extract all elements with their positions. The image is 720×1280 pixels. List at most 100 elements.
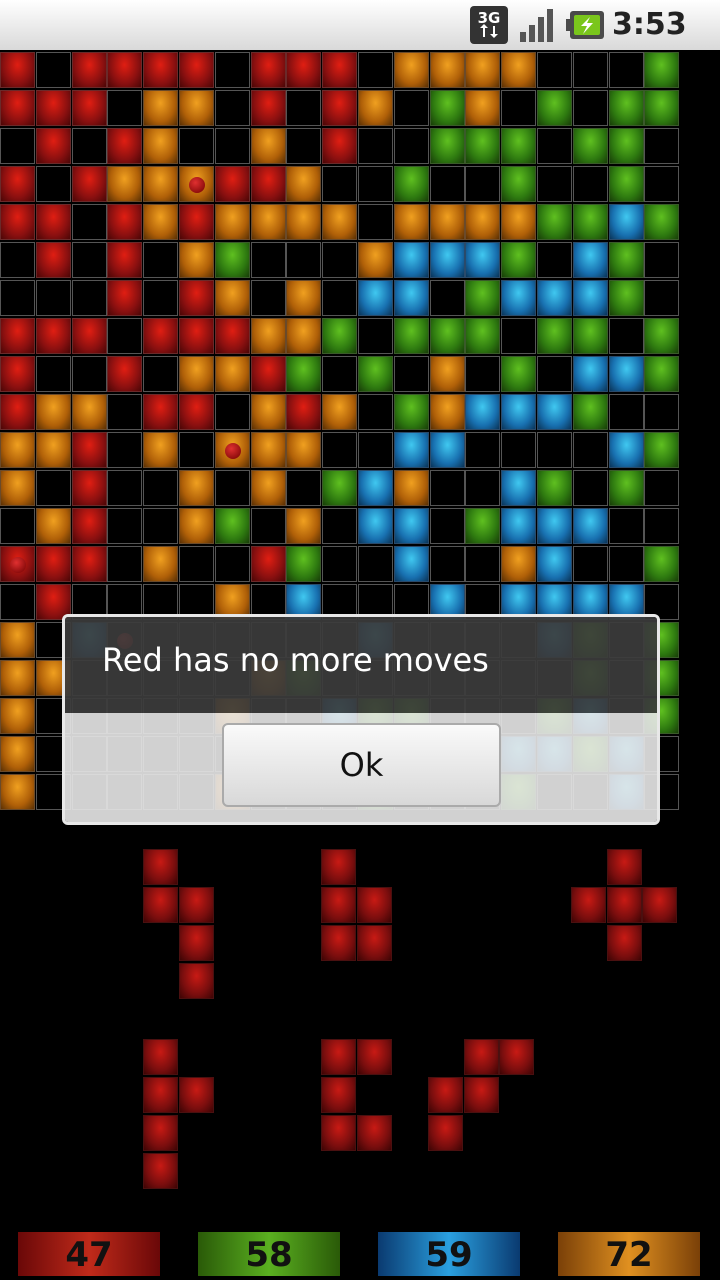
board-cell[interactable]: [393, 166, 429, 202]
board-cell-empty[interactable]: [429, 546, 465, 582]
board-cell[interactable]: [501, 508, 537, 544]
board-cell[interactable]: [179, 356, 214, 392]
board-cell-empty[interactable]: [107, 470, 143, 506]
board-cell[interactable]: [501, 128, 537, 164]
board-cell[interactable]: [286, 394, 322, 430]
board-cell-empty[interactable]: [71, 280, 107, 316]
piece-block[interactable]: [356, 1115, 392, 1151]
board-cell-empty[interactable]: [572, 432, 608, 468]
board-cell[interactable]: [644, 204, 680, 240]
board-cell[interactable]: [71, 394, 107, 430]
board-cell[interactable]: [250, 470, 286, 506]
board-cell-empty[interactable]: [358, 394, 393, 430]
piece-block[interactable]: [356, 1039, 392, 1075]
board-cell[interactable]: [572, 280, 608, 316]
board-cell-empty[interactable]: [358, 432, 393, 468]
board-cell[interactable]: [465, 90, 501, 126]
board-cell[interactable]: [429, 128, 465, 164]
board-cell-empty[interactable]: [322, 356, 358, 392]
board-cell[interactable]: [572, 394, 608, 430]
piece-block[interactable]: [321, 925, 356, 961]
board-cell[interactable]: [286, 318, 322, 354]
board-cell[interactable]: [250, 166, 286, 202]
board-cell-empty[interactable]: [143, 242, 179, 278]
board-cell-empty[interactable]: [35, 356, 71, 392]
board-cell[interactable]: [322, 318, 358, 354]
piece-block[interactable]: [428, 1115, 463, 1151]
board-cell-empty[interactable]: [0, 242, 35, 278]
board-cell[interactable]: [179, 280, 214, 316]
board-cell-empty[interactable]: [644, 166, 680, 202]
board-cell[interactable]: [143, 90, 179, 126]
board-cell[interactable]: [143, 432, 179, 468]
ok-button[interactable]: Ok: [222, 723, 501, 807]
board-cell[interactable]: [429, 356, 465, 392]
board-cell[interactable]: [35, 508, 71, 544]
board-cell-empty[interactable]: [35, 166, 71, 202]
board-cell[interactable]: [644, 318, 680, 354]
board-cell-empty[interactable]: [429, 280, 465, 316]
board-cell[interactable]: [179, 90, 214, 126]
piece-block[interactable]: [178, 1077, 214, 1113]
board-cell-empty[interactable]: [286, 242, 322, 278]
board-cell-empty[interactable]: [608, 318, 644, 354]
board-cell[interactable]: [429, 204, 465, 240]
board-cell[interactable]: [214, 356, 250, 392]
board-cell[interactable]: [501, 204, 537, 240]
board-cell-empty[interactable]: [358, 204, 393, 240]
board-cell[interactable]: [286, 432, 322, 468]
piece-block[interactable]: [463, 1039, 499, 1075]
board-cell-empty[interactable]: [393, 356, 429, 392]
board-cell-empty[interactable]: [286, 470, 322, 506]
board-cell[interactable]: [35, 90, 71, 126]
board-cell[interactable]: [644, 356, 680, 392]
board-cell-empty[interactable]: [107, 394, 143, 430]
piece-block[interactable]: [143, 1115, 178, 1151]
board-cell[interactable]: [358, 356, 393, 392]
board-cell-empty[interactable]: [250, 242, 286, 278]
board-cell-empty[interactable]: [179, 546, 214, 582]
board-cell[interactable]: [393, 318, 429, 354]
board-cell[interactable]: [179, 52, 214, 88]
board-cell[interactable]: [501, 356, 537, 392]
board-cell[interactable]: [465, 242, 501, 278]
board-cell[interactable]: [143, 52, 179, 88]
board-cell[interactable]: [608, 90, 644, 126]
board-cell-empty[interactable]: [0, 508, 35, 544]
board-cell[interactable]: [608, 356, 644, 392]
board-cell-empty[interactable]: [214, 90, 250, 126]
board-cell[interactable]: [644, 432, 680, 468]
board-cell[interactable]: [143, 546, 179, 582]
piece-block[interactable]: [321, 1077, 356, 1113]
piece-block[interactable]: [178, 925, 214, 961]
board-cell[interactable]: [214, 508, 250, 544]
board-cell[interactable]: [322, 52, 358, 88]
board-cell[interactable]: [429, 90, 465, 126]
board-cell-empty[interactable]: [644, 242, 680, 278]
board-cell[interactable]: [35, 242, 71, 278]
board-cell[interactable]: [286, 508, 322, 544]
board-cell-empty[interactable]: [286, 128, 322, 164]
board-cell-empty[interactable]: [179, 432, 214, 468]
board-cell[interactable]: [572, 242, 608, 278]
board-cell[interactable]: [250, 546, 286, 582]
board-cell-empty[interactable]: [143, 508, 179, 544]
board-cell[interactable]: [143, 128, 179, 164]
board-cell[interactable]: [393, 242, 429, 278]
board-cell-empty[interactable]: [644, 508, 680, 544]
board-cell-empty[interactable]: [537, 242, 572, 278]
board-cell[interactable]: [143, 204, 179, 240]
board-cell-empty[interactable]: [179, 128, 214, 164]
board-cell[interactable]: [465, 508, 501, 544]
board-cell[interactable]: [107, 52, 143, 88]
board-cell-empty[interactable]: [0, 280, 35, 316]
board-cell[interactable]: [0, 166, 35, 202]
piece-block[interactable]: [143, 1039, 178, 1075]
board-cell[interactable]: [501, 394, 537, 430]
board-cell-empty[interactable]: [214, 52, 250, 88]
board-cell-empty[interactable]: [322, 508, 358, 544]
board-cell[interactable]: [286, 166, 322, 202]
board-cell-empty[interactable]: [322, 166, 358, 202]
board-cell[interactable]: [537, 394, 572, 430]
piece-block[interactable]: [321, 1115, 356, 1151]
